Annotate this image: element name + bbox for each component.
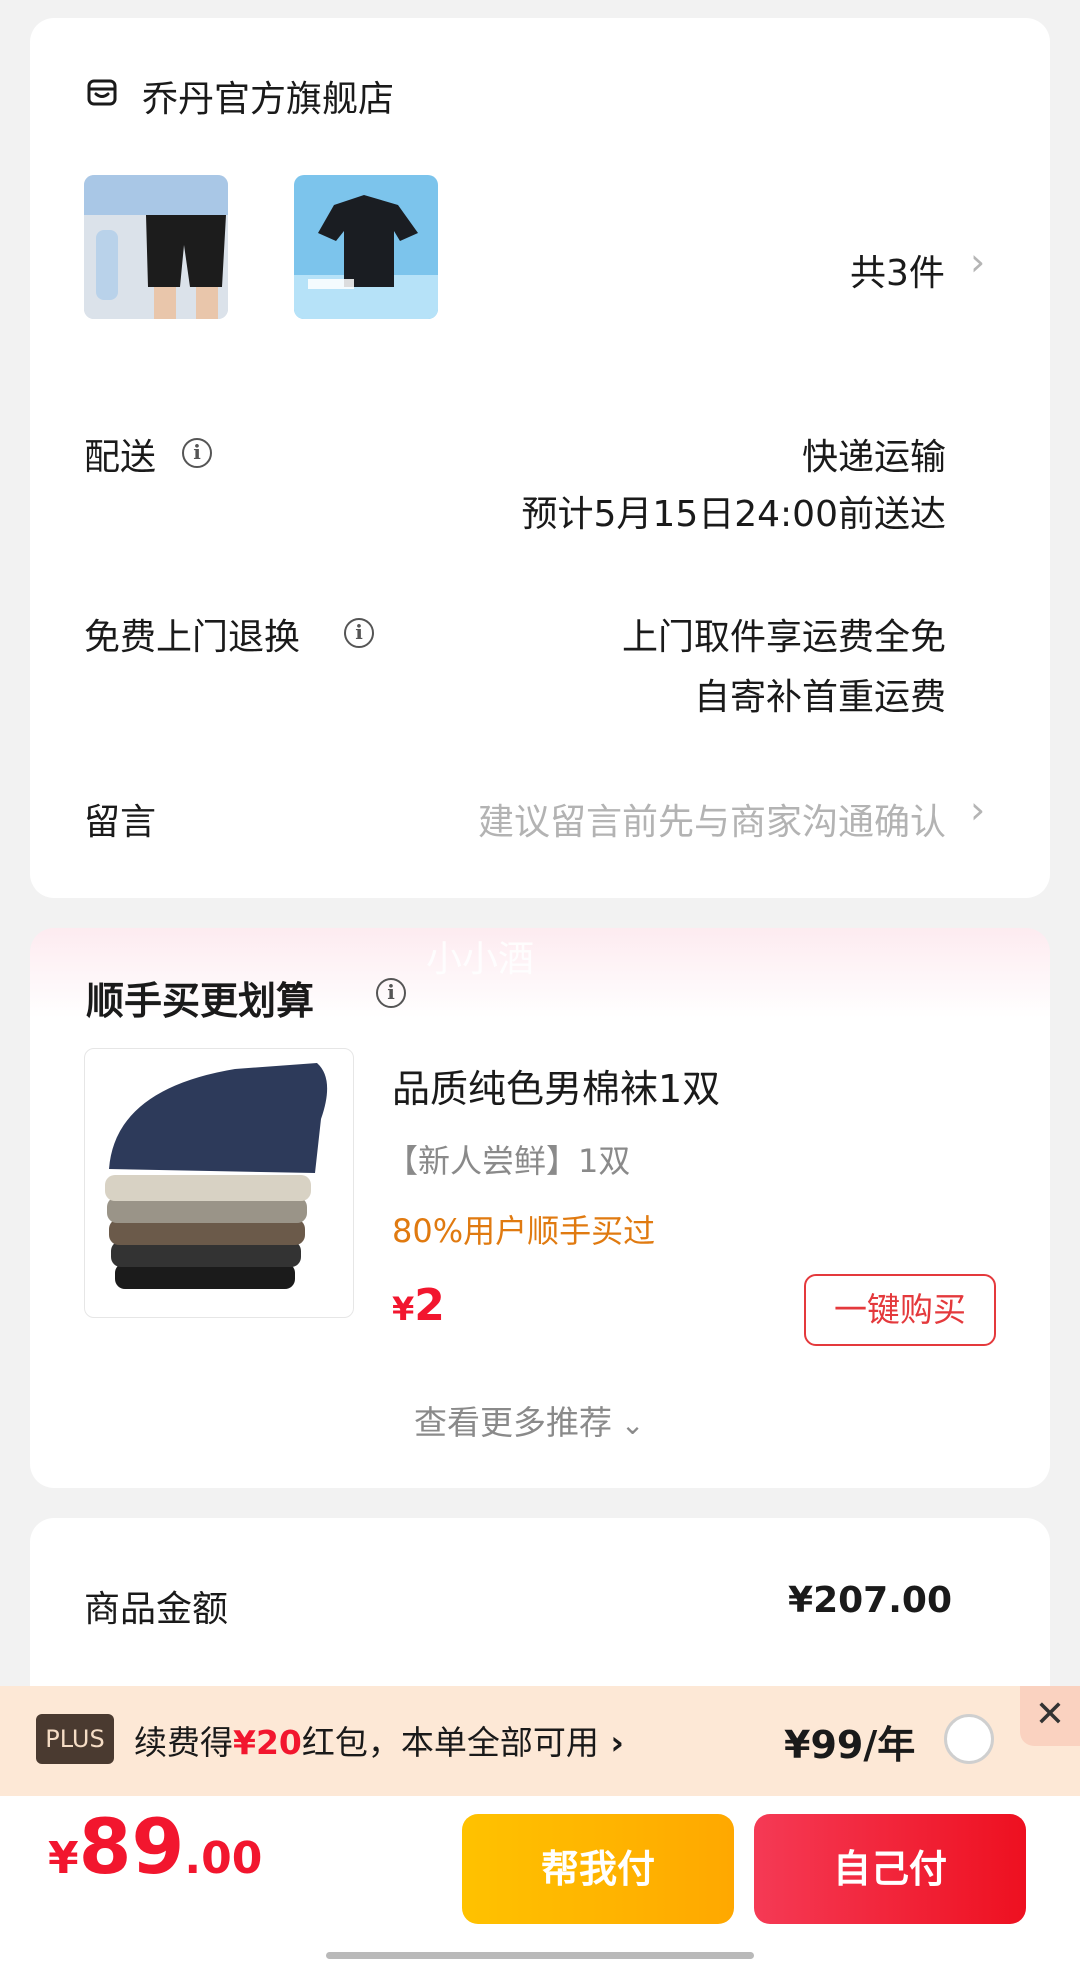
returns-line1: 上门取件享运费全免	[621, 617, 946, 658]
returns-line2: 自寄补首重运费	[693, 677, 946, 718]
total-dec: .00	[184, 1833, 263, 1884]
info-icon[interactable]: i	[344, 618, 374, 648]
info-icon[interactable]: i	[376, 978, 406, 1008]
total-int: 89	[78, 1802, 185, 1891]
chevron-down-icon: ⌄	[612, 1408, 645, 1441]
plus-select-radio[interactable]	[944, 1714, 994, 1764]
product-spec: 【新人尝鲜】1双	[386, 1142, 631, 1180]
recommend-card: 小小酒 顺手买更划算 i 品质纯色男棉袜1双 【新人尝鲜】1双 80%用户顺手买…	[30, 928, 1050, 1488]
see-more-recommendations[interactable]: 查看更多推荐 ⌄	[414, 1396, 644, 1444]
product-image-tshirt[interactable]	[294, 175, 438, 319]
help-me-pay-button[interactable]: 帮我付	[462, 1814, 734, 1924]
recommend-title: 顺手买更划算	[86, 979, 315, 1023]
product-price: ¥2	[392, 1280, 445, 1331]
goods-amount-label: 商品金额	[84, 1589, 229, 1630]
delivery-eta: 预计5月15日24:00前送达	[521, 494, 946, 535]
close-icon[interactable]: ✕	[1020, 1686, 1080, 1746]
order-info-card: 乔丹官方旗舰店 共3件 › 配送 i 快递运输 预计5月15日24:00前送达 …	[30, 18, 1050, 898]
plus-text-amount: ¥20	[233, 1723, 302, 1762]
chevron-right-icon: ›	[598, 1723, 624, 1762]
currency-symbol: ¥	[48, 1833, 79, 1884]
total-price: ¥89.00	[48, 1802, 262, 1891]
plus-badge: PLUS	[36, 1714, 114, 1764]
see-more-label: 查看更多推荐	[414, 1403, 612, 1442]
message-input[interactable]: 建议留言前先与商家沟通确认	[478, 793, 946, 845]
store-icon	[86, 76, 118, 108]
product-name[interactable]: 品质纯色男棉袜1双	[392, 1058, 720, 1113]
item-count[interactable]: 共3件	[850, 244, 945, 296]
price-value: 2	[414, 1280, 445, 1331]
social-proof: 80%用户顺手买过	[392, 1212, 656, 1250]
product-image-shorts[interactable]	[84, 175, 228, 319]
info-icon[interactable]: i	[182, 438, 212, 468]
chevron-right-icon[interactable]: ›	[970, 788, 985, 832]
delivery-method: 快递运输	[801, 437, 946, 478]
plus-text-prefix: 续费得	[134, 1723, 233, 1762]
currency-symbol: ¥	[392, 1290, 415, 1328]
store-name[interactable]: 乔丹官方旗舰店	[142, 70, 394, 122]
goods-amount-value: ¥207.00	[788, 1580, 952, 1621]
plus-text-suffix: 红包，本单全部可用	[301, 1723, 599, 1762]
chevron-right-icon[interactable]: ›	[970, 240, 985, 284]
message-label: 留言	[84, 802, 157, 843]
plus-banner[interactable]: PLUS 续费得¥20红包，本单全部可用 › ¥99/年 ✕	[0, 1686, 1080, 1796]
one-click-buy-button[interactable]: 一键购买	[804, 1274, 996, 1346]
checkout-bar: ¥89.00 帮我付 自己付	[0, 1796, 1080, 1963]
self-pay-button[interactable]: 自己付	[754, 1814, 1026, 1924]
home-indicator	[326, 1952, 754, 1959]
plus-price: ¥99/年	[784, 1723, 916, 1767]
socks-image[interactable]	[84, 1048, 354, 1318]
delivery-label: 配送	[84, 437, 157, 478]
plus-promo-text[interactable]: 续费得¥20红包，本单全部可用 ›	[134, 1716, 624, 1764]
returns-label: 免费上门退换	[84, 617, 301, 658]
watermark: 小小酒	[426, 939, 535, 980]
